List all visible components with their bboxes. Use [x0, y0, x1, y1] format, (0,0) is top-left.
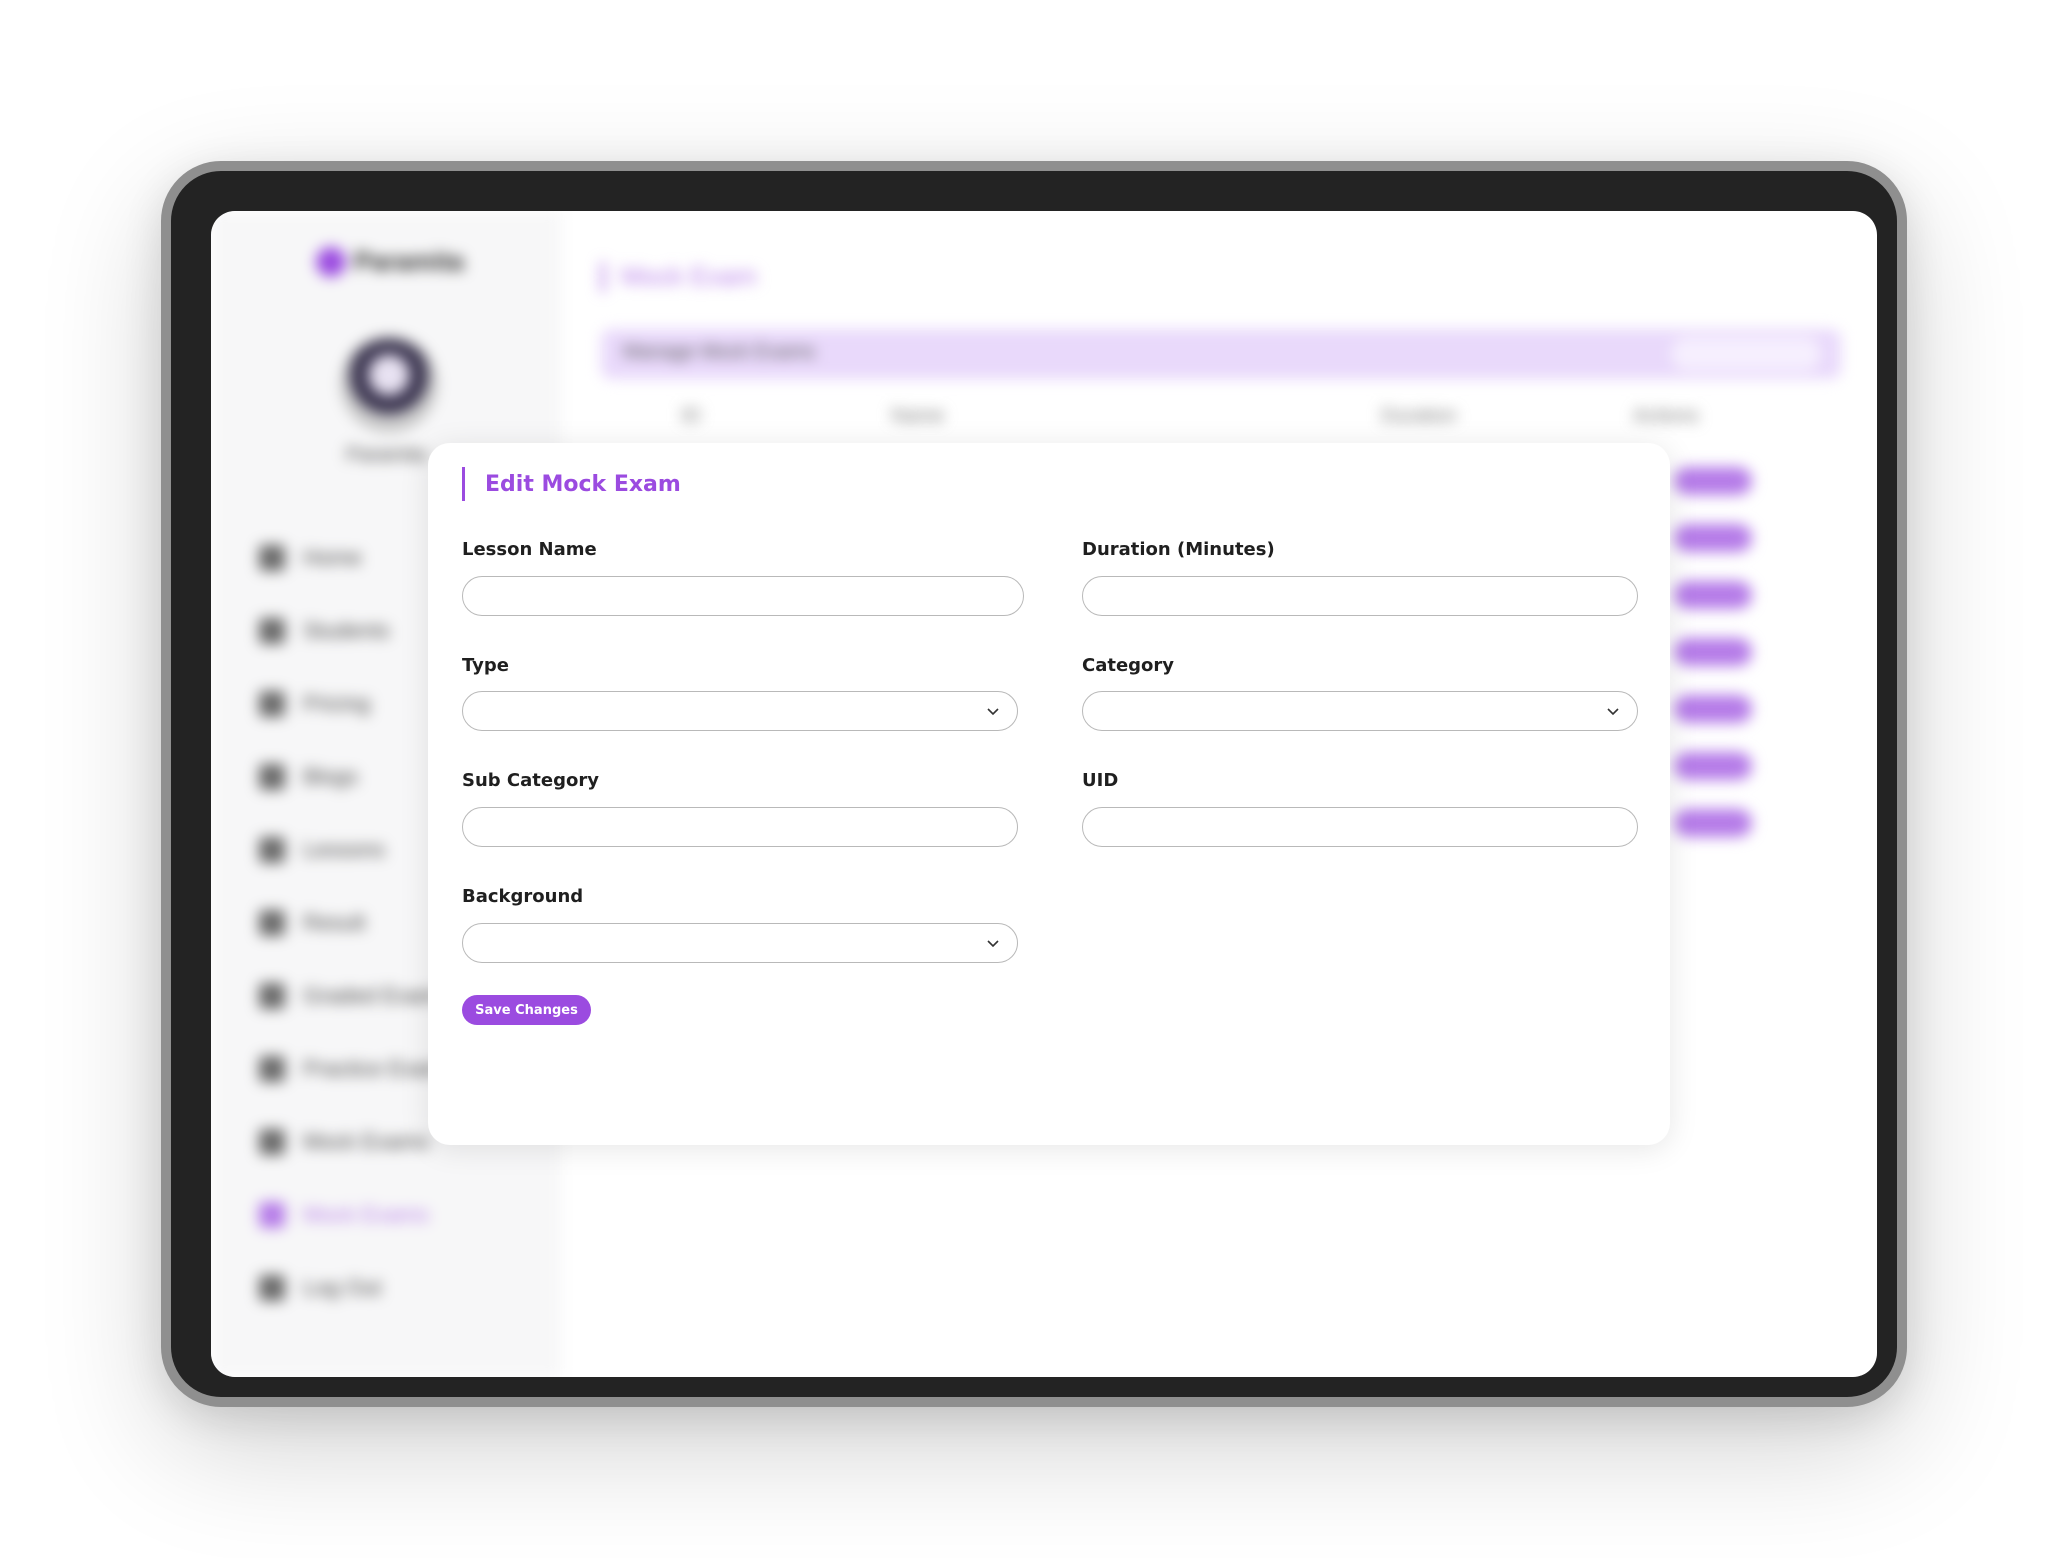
type-label: Type: [462, 655, 509, 676]
type-select[interactable]: [462, 691, 1018, 731]
table-title: Manage Mock Exams: [623, 341, 816, 363]
modal-title: Edit Mock Exam: [485, 471, 681, 497]
chevron-down-icon: [1607, 708, 1619, 716]
chevron-down-icon: [987, 940, 999, 948]
column-header-actions: Actions: [1633, 405, 1699, 427]
graded-exams-icon: [259, 982, 285, 1009]
home-icon: [259, 544, 285, 571]
logout-icon: [259, 1274, 285, 1301]
sidebar-item-label: Mock Exams: [303, 1128, 429, 1154]
row-action-button[interactable]: [1674, 524, 1752, 552]
sidebar-item-label: Students: [303, 617, 390, 643]
row-action-button[interactable]: [1674, 809, 1752, 837]
sidebar-item-label: Mock Exams: [303, 1201, 429, 1227]
category-label: Category: [1082, 655, 1175, 676]
column-header-name: Name: [891, 405, 945, 427]
row-action-button[interactable]: [1674, 581, 1752, 609]
page-header: Mock Exam: [601, 261, 757, 292]
lesson-name-label: Lesson Name: [462, 539, 597, 560]
practice-exams-icon: [259, 1055, 285, 1082]
sidebar-item-label: Home: [303, 544, 362, 570]
avatar: [341, 336, 437, 432]
duration-label: Duration (Minutes): [1082, 539, 1275, 560]
chevron-down-icon: [987, 708, 999, 716]
sub-category-label: Sub Category: [462, 770, 599, 791]
user-name: Paramita: [346, 444, 427, 466]
sidebar-item-label: Log Out: [303, 1274, 382, 1300]
uid-input[interactable]: [1082, 807, 1638, 847]
sidebar-item-mock-exams[interactable]: Mock Exams: [251, 1178, 541, 1251]
lesson-name-input[interactable]: [462, 576, 1024, 616]
duration-input[interactable]: [1082, 576, 1638, 616]
modal-header: Edit Mock Exam: [462, 467, 681, 501]
row-action-button[interactable]: [1674, 752, 1752, 780]
mock-exams-icon: [259, 1201, 285, 1228]
logo: Paramita: [316, 246, 464, 277]
category-select[interactable]: [1082, 691, 1638, 731]
title-accent-bar: [601, 261, 605, 292]
uid-label: UID: [1082, 770, 1119, 791]
blogs-icon: [259, 763, 285, 790]
sidebar-item-label: Pricing: [303, 690, 371, 716]
column-header-id: ID: [681, 405, 701, 427]
column-header-duration: Duration: [1381, 405, 1457, 427]
sidebar-item-label: Lessons: [303, 836, 385, 862]
row-action-button[interactable]: [1674, 467, 1752, 495]
stage: Paramita Paramita Home Students Pricing …: [0, 0, 2056, 1558]
background-select[interactable]: [462, 923, 1018, 963]
save-changes-button[interactable]: Save Changes: [462, 995, 591, 1025]
result-icon: [259, 909, 285, 936]
lessons-icon: [259, 836, 285, 863]
sub-category-input[interactable]: [462, 807, 1018, 847]
screen: Paramita Paramita Home Students Pricing …: [211, 211, 1877, 1377]
table-search-input[interactable]: [1671, 337, 1821, 371]
tablet-frame: Paramita Paramita Home Students Pricing …: [161, 161, 1907, 1407]
row-action-button[interactable]: [1674, 638, 1752, 666]
students-icon: [259, 617, 285, 644]
background-label: Background: [462, 886, 584, 907]
sidebar-item-label: Result: [303, 909, 366, 935]
sidebar-item-log-out[interactable]: Log Out: [251, 1251, 541, 1324]
pricing-icon: [259, 690, 285, 717]
edit-mock-exam-modal: Edit Mock Exam Lesson Name Duration (Min…: [428, 443, 1670, 1145]
sidebar-item-label: Blogs: [303, 763, 359, 789]
row-action-button[interactable]: [1674, 695, 1752, 723]
page-title: Mock Exam: [621, 261, 757, 291]
logo-icon: [316, 246, 346, 277]
table-toolbar: Manage Mock Exams: [601, 329, 1841, 379]
logo-text: Paramita: [354, 246, 464, 276]
mock-exams-icon: [259, 1128, 285, 1155]
